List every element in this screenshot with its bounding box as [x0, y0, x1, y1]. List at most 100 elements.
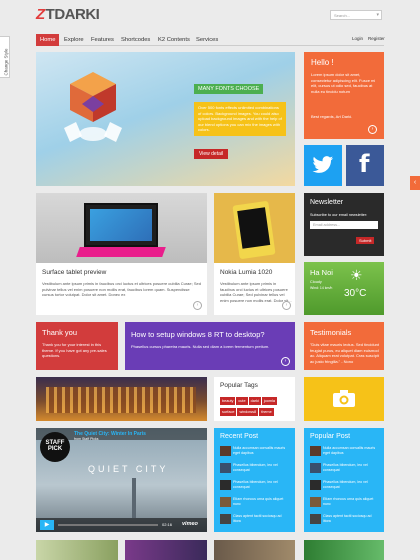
logo-mark: Z	[36, 6, 45, 23]
thankyou-text: Thank you for your interest in this them…	[42, 342, 107, 358]
camera-icon	[333, 390, 355, 407]
nav-item-home[interactable]: Home	[36, 34, 60, 46]
photo-thumb[interactable]	[36, 540, 118, 560]
list-item[interactable]: Class aptent taciti sociosqu ad litora	[310, 514, 382, 526]
submit-button[interactable]: Submit	[356, 237, 375, 244]
surface-article[interactable]: Surface tablet preview Vestibulum ante i…	[36, 193, 207, 315]
newsletter-title: Newsletter	[310, 199, 344, 206]
photo-thumb[interactable]	[125, 540, 207, 560]
thankyou-title: Thank you	[42, 328, 78, 337]
nokia-title[interactable]: Nokia Lumia 1020	[220, 269, 272, 276]
hello-text: Lorem ipsum dolor sit amet, consectetur …	[311, 72, 376, 94]
arrow-right-icon[interactable]: ›	[281, 357, 290, 366]
weather-tile: Ha Noi Cloudy Wind: 14 km/h ☀ 30°C	[304, 262, 384, 315]
popular-title: Popular Post	[310, 433, 351, 440]
list-item[interactable]: Phasellus bibendum, leo vel consequat	[310, 463, 382, 475]
windows-article[interactable]: How to setup windows 8 RT to desktop? Ph…	[125, 322, 295, 370]
tag-cute[interactable]: cute	[236, 397, 248, 405]
list-item[interactable]: Nulla accumsan convallis mauris eget dap…	[220, 446, 292, 458]
weather-extra: Wind: 14 km/h	[310, 286, 333, 290]
testimonials-tile: Testimonials "Duis vitae mauris lectus. …	[304, 322, 384, 370]
testimonials-text: "Duis vitae mauris lectus. Sed tincidunt…	[310, 342, 380, 364]
nav-item-explore[interactable]: Explore	[60, 34, 88, 46]
video-controls: ▶ 02:16 vimeo	[36, 518, 207, 532]
tag-surface[interactable]: surface	[220, 408, 237, 416]
vimeo-logo[interactable]: vimeo	[182, 521, 198, 527]
nav-item-features[interactable]: Features	[87, 34, 118, 46]
facebook-tile[interactable]: f	[346, 145, 384, 186]
site-logo[interactable]: ZTDARKI	[36, 6, 100, 23]
arrow-right-icon[interactable]: ›	[282, 301, 291, 310]
weather-condition: Cloudy	[310, 280, 322, 284]
login-link[interactable]: Login	[352, 36, 363, 41]
arrow-right-icon[interactable]: ›	[368, 125, 377, 134]
photo-thumb[interactable]	[214, 540, 295, 560]
main-nav: Home Explore Features Shortcodes K2 Cont…	[36, 34, 385, 46]
logo-text: TDARKI	[45, 6, 100, 23]
video-player[interactable]: The Quiet City: Winter In Paris from Sta…	[36, 428, 207, 532]
video-overlay-text: QUIET CITY	[88, 464, 169, 474]
city-photo[interactable]	[36, 377, 207, 421]
recent-post-tile: Recent Post Nulla accumsan convallis mau…	[214, 428, 295, 532]
list-item[interactable]: Etiam rhoncus urna quis aliquet nunc	[220, 497, 292, 509]
surface-image	[36, 193, 207, 263]
chevron-down-icon: ▾	[376, 12, 379, 18]
arrow-right-icon[interactable]: ›	[193, 301, 202, 310]
twitter-icon	[312, 156, 334, 173]
recent-title: Recent Post	[220, 433, 259, 440]
hello-title: Hello !	[311, 58, 334, 67]
register-link[interactable]: Register	[368, 36, 385, 41]
windows-text: Phasellus cursus pharetra mauris. Nulla …	[131, 344, 270, 349]
hero-slider[interactable]: MANY FONTS CHOOSE Over 500 fonts effects…	[36, 52, 295, 186]
cube-illustration	[64, 70, 122, 146]
nokia-text: Vestibulum ante ipsum primis in faucibus…	[220, 281, 292, 303]
video-author: from Staff Picks	[74, 437, 99, 441]
play-icon[interactable]: ▶	[40, 520, 54, 530]
thankyou-tile: Thank you Thank you for your interest in…	[36, 322, 118, 370]
nav-item-shortcodes[interactable]: Shortcodes	[117, 34, 154, 46]
search-input[interactable]: Search... ▾	[330, 10, 382, 20]
list-item[interactable]: Nulla accumsan convallis mauris eget dap…	[310, 446, 382, 458]
windows-title[interactable]: How to setup windows 8 RT to desktop?	[131, 330, 265, 339]
surface-text: Vestibulum ante ipsum primis in faucibus…	[42, 281, 201, 297]
hero-text: Over 500 fonts effects unlimited combina…	[194, 102, 286, 136]
tag-beauty[interactable]: beauty	[220, 397, 236, 405]
video-time: 02:16	[162, 522, 173, 527]
email-field[interactable]: Email address...	[310, 221, 378, 229]
testimonials-title: Testimonials	[310, 328, 352, 337]
photo-thumb[interactable]	[304, 540, 384, 560]
hero-badge: MANY FONTS CHOOSE	[194, 84, 264, 94]
change-style-tab[interactable]: Change Style	[0, 36, 10, 78]
sun-cloud-icon: ☀	[350, 267, 363, 283]
nokia-image	[214, 193, 295, 263]
list-item[interactable]: Class aptent taciti sociosqu ad litora	[220, 514, 292, 526]
camera-tile[interactable]	[304, 377, 384, 421]
video-progress[interactable]	[58, 524, 158, 526]
arrow-left-icon[interactable]: ‹	[410, 176, 420, 190]
nav-item-k2-contents[interactable]: K2 Contents	[154, 34, 194, 46]
newsletter-subtitle: Subscribe to our email newsletter:	[310, 213, 368, 217]
hello-tile: Hello ! Lorem ipsum dolor sit amet, cons…	[304, 52, 384, 139]
weather-city: Ha Noi	[310, 268, 333, 277]
tag-theme[interactable]: theme	[259, 408, 274, 416]
list-item[interactable]: Phasellus bibendum, leo vel consequat	[220, 463, 292, 475]
hello-sign: Best regards, Art Darki.	[311, 114, 353, 119]
view-detail-button[interactable]: View detail	[194, 149, 229, 159]
twitter-tile[interactable]	[304, 145, 342, 186]
tags-title: Popular Tags	[220, 382, 258, 389]
tag-darki[interactable]: darki	[248, 397, 261, 405]
search-placeholder: Search...	[334, 13, 351, 18]
change-style-label: Change Style	[3, 48, 9, 76]
facebook-icon: f	[359, 150, 370, 178]
tag-joomla[interactable]: joomla	[261, 397, 278, 405]
tag-cloud: beauty cute darki joomla surface windows8 them…	[220, 395, 292, 417]
tag-windows8[interactable]: windows8	[237, 408, 259, 416]
list-item[interactable]: Phasellus bibendum, leo vel consequat	[220, 480, 292, 492]
list-item[interactable]: Etiam rhoncus urna quis aliquet nunc	[310, 497, 382, 509]
surface-title[interactable]: Surface tablet preview	[42, 269, 106, 276]
newsletter-tile: Newsletter Subscribe to our email newsle…	[304, 193, 384, 256]
list-item[interactable]: Phasellus bibendum, leo vel consequat	[310, 480, 382, 492]
nokia-article[interactable]: Nokia Lumia 1020 Vestibulum ante ipsum p…	[214, 193, 295, 315]
nav-item-services[interactable]: Services	[192, 34, 222, 46]
staff-pick-badge: STAFF PICK	[40, 432, 70, 462]
